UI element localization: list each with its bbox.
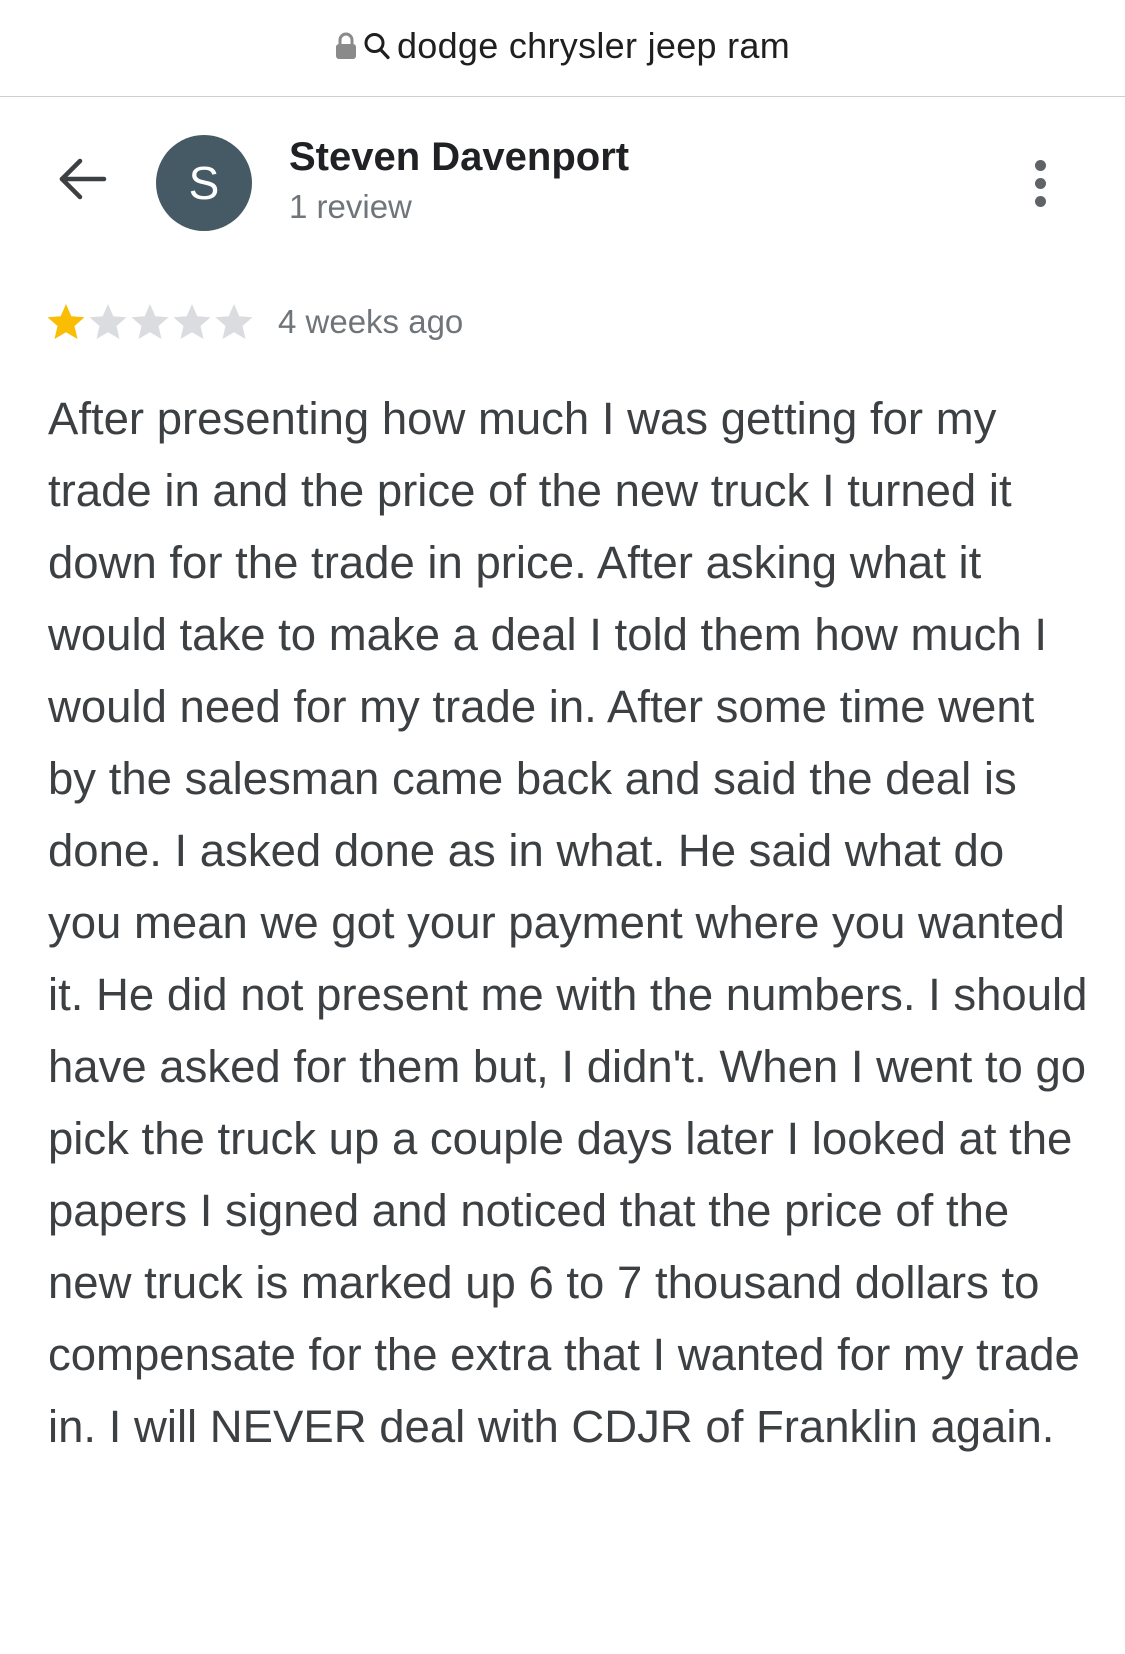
star-rating (46, 302, 254, 342)
review-date: 4 weeks ago (278, 303, 464, 340)
rating-row: 4 weeks ago (46, 300, 463, 344)
star-filled-icon (47, 304, 85, 339)
more-vert-icon-dot (1034, 159, 1046, 171)
star-empty-icon (89, 304, 127, 339)
address-bar[interactable]: dodge chrysler jeep ram (0, 0, 1125, 97)
more-options-button[interactable] (1016, 153, 1064, 213)
reviewer-name[interactable]: Steven Davenport (289, 135, 629, 180)
address-bar-text[interactable]: dodge chrysler jeep ram (397, 25, 790, 67)
lock-icon (335, 32, 357, 60)
more-vert-icon-dot (1034, 177, 1046, 189)
back-button[interactable] (50, 151, 114, 207)
search-icon (363, 31, 391, 61)
star-empty-icon (131, 304, 169, 339)
avatar-letter: S (188, 157, 220, 209)
avatar[interactable]: S (156, 135, 252, 231)
reviewer-header: S Steven Davenport 1 review (0, 97, 1125, 267)
star-empty-icon (173, 304, 211, 339)
review-count: 1 review (289, 188, 412, 225)
star-empty-icon (215, 304, 253, 339)
more-vert-icon-dot (1034, 195, 1046, 207)
review-text: After presenting how much I was getting … (48, 393, 1088, 1452)
arrow-back-icon (59, 158, 107, 200)
address-bar-content[interactable]: dodge chrysler jeep ram (335, 25, 790, 67)
